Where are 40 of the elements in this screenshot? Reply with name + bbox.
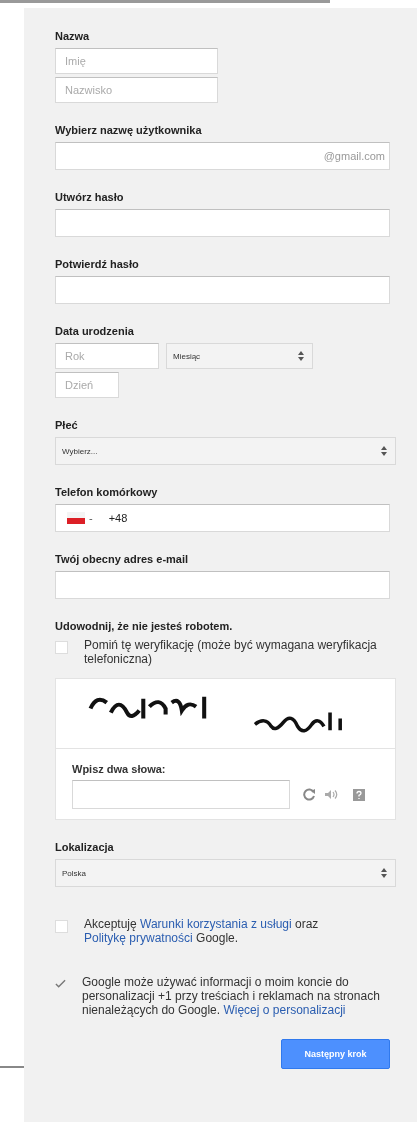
month-select[interactable]: Miesiąc — [166, 343, 313, 369]
agreement-text: Google może używać informacji o moim koncie do personalizacji +1 przy treściach i reklamach na stronach nienależących do Google. Więcej o personalizacji — [82, 975, 381, 1017]
phone-field[interactable]: - +48 — [55, 504, 390, 532]
day-field[interactable]: Dzień — [55, 372, 119, 398]
updown-icon — [298, 351, 304, 361]
field-label: Wybierz nazwę użytkownika — [55, 124, 203, 136]
field-label: Potwierdź hasło — [55, 258, 140, 270]
field-label: Twój obecny adres e-mail — [55, 553, 190, 565]
gender-select[interactable]: Wybierz... — [55, 437, 396, 465]
first-name-field[interactable]: Imię — [55, 48, 218, 74]
checkbox-label: Pomiń tę weryfikację (może być wymagana weryfikacja telefoniczna) — [84, 638, 378, 666]
field-label: Płeć — [55, 419, 79, 431]
help-icon[interactable] — [353, 788, 365, 801]
phone-value: +48 — [108, 512, 128, 524]
captcha-prompt: Wpisz dwa słowa: — [72, 763, 167, 775]
last-name-field[interactable]: Nazwisko — [55, 77, 218, 103]
link[interactable]: Warunki korzystania z usługi — [140, 917, 292, 931]
audio-icon[interactable] — [325, 789, 338, 800]
checkbox[interactable] — [55, 978, 66, 989]
field-label: Data urodzenia — [55, 325, 135, 337]
location-select[interactable]: Polska — [55, 859, 396, 887]
agreement-text: Akceptuję Warunki korzystania z usługi oraz Politykę prywatności Google. — [84, 917, 320, 945]
field-label: Telefon komórkowy — [55, 486, 159, 498]
flag-icon — [67, 512, 85, 524]
domain-suffix: @gmail.com — [323, 150, 385, 162]
field-label: Nazwa — [55, 30, 91, 42]
year-field[interactable]: Rok — [55, 343, 159, 369]
country-caret[interactable]: - — [89, 512, 93, 524]
captcha-field[interactable] — [72, 780, 290, 809]
password-field[interactable] — [55, 276, 390, 304]
link[interactable]: Więcej o personalizacji — [223, 1003, 346, 1017]
password-field[interactable] — [55, 209, 390, 237]
updown-icon — [381, 868, 387, 878]
field-label: Lokalizacja — [55, 841, 115, 853]
updown-icon — [381, 446, 387, 456]
field-label: Utwórz hasło — [55, 191, 125, 203]
refresh-icon[interactable] — [303, 788, 316, 801]
email-field[interactable] — [55, 571, 390, 599]
link[interactable]: Politykę prywatności — [84, 931, 193, 945]
field-label: Udowodnij, że nie jesteś robotem. — [55, 620, 234, 632]
